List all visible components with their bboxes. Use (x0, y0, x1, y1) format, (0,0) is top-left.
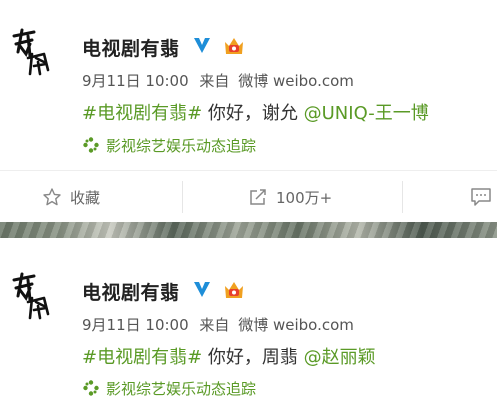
hashtag-link[interactable]: #电视剧有翡# (82, 347, 202, 368)
topic-label: 影视综艺娱乐动态追踪 (106, 380, 257, 398)
source-prefix: 来自 (199, 316, 230, 334)
topic-tag[interactable]: 影视综艺娱乐动态追踪 (82, 378, 256, 399)
topic-icon (83, 137, 99, 153)
favorite-button[interactable]: 收藏 (42, 171, 100, 223)
weibo-post: 电视剧有翡 9月11日 10:00 来自 微博 weibo.com #电视剧有翡… (0, 0, 497, 222)
crown-badge-icon (225, 282, 243, 298)
share-icon (250, 189, 266, 205)
post-body: 你好，谢允 (202, 103, 304, 124)
image-strip (0, 222, 497, 238)
post-body: 你好，周翡 (202, 347, 304, 368)
hashtag-link[interactable]: #电视剧有翡# (82, 103, 202, 124)
action-bar: 收藏 100万+ (0, 170, 497, 223)
topic-tag[interactable]: 影视综艺娱乐动态追踪 (82, 135, 256, 156)
crown-badge-icon (225, 38, 243, 54)
post-date[interactable]: 9月11日 10:00 (82, 316, 189, 334)
divider (402, 181, 403, 213)
topic-icon (83, 380, 99, 396)
post-source: 微博 weibo.com (238, 316, 354, 334)
source-prefix: 来自 (199, 72, 230, 90)
avatar[interactable] (4, 266, 60, 322)
post-date[interactable]: 9月11日 10:00 (82, 72, 189, 90)
account-name[interactable]: 电视剧有翡 (82, 278, 180, 305)
comment-button[interactable] (470, 171, 492, 223)
post-meta: 9月11日 10:00 来自 微博 weibo.com (82, 314, 360, 335)
comment-icon (471, 188, 491, 206)
mention-link[interactable]: @UNIQ-王一博 (304, 103, 429, 124)
verified-v-icon (194, 38, 210, 53)
post-source: 微博 weibo.com (238, 72, 354, 90)
avatar[interactable] (4, 22, 60, 78)
post-text: #电视剧有翡# 你好，周翡 @赵丽颖 (82, 343, 376, 369)
mention-link[interactable]: @赵丽颖 (304, 347, 376, 368)
account-name[interactable]: 电视剧有翡 (82, 34, 180, 61)
post-text: #电视剧有翡# 你好，谢允 @UNIQ-王一博 (82, 99, 429, 125)
repost-button[interactable]: 100万+ (248, 171, 332, 223)
divider (182, 181, 183, 213)
topic-label: 影视综艺娱乐动态追踪 (106, 137, 257, 155)
post-meta: 9月11日 10:00 来自 微博 weibo.com (82, 70, 360, 91)
weibo-post: 电视剧有翡 9月11日 10:00 来自 微博 weibo.com #电视剧有翡… (0, 238, 497, 420)
favorite-label: 收藏 (70, 188, 101, 207)
verified-v-icon (194, 282, 210, 297)
repost-count: 100万+ (276, 188, 333, 207)
star-icon (43, 188, 61, 206)
logo-calligraphy-icon (12, 272, 50, 320)
logo-calligraphy-icon (12, 28, 50, 76)
